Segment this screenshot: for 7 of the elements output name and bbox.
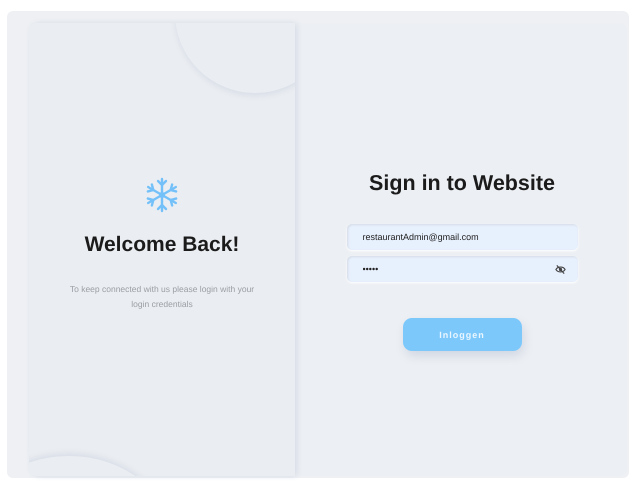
welcome-title: Welcome Back! xyxy=(84,233,240,257)
password-field[interactable]: ••••• xyxy=(346,256,578,282)
snowflake-icon xyxy=(144,177,180,213)
signin-title: Sign in to Website xyxy=(369,171,555,196)
email-field[interactable]: restaurantAdmin@gmail.com xyxy=(346,224,578,250)
welcome-message: To keep connected with us please login with your login credentials xyxy=(68,283,256,311)
eye-slash-icon[interactable] xyxy=(554,264,566,274)
